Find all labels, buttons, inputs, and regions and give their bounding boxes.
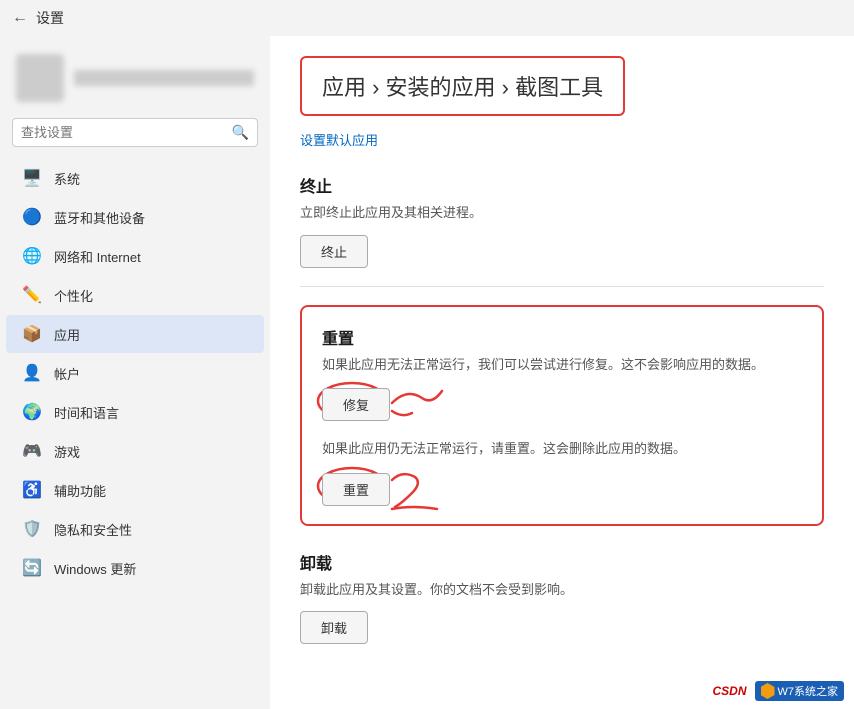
repair-annotation-scribble [387,383,447,423]
search-input[interactable] [21,125,226,140]
bottom-logos: CSDN W7系统之家 [712,681,844,701]
nav-item-network[interactable]: 🌐 网络和 Internet [6,237,264,275]
nav-item-gaming[interactable]: 🎮 游戏 [6,432,264,470]
update-icon: 🔄 [22,558,42,578]
system-icon: 🖥️ [22,168,42,188]
apps-icon: 📦 [22,324,42,344]
breadcrumb: 应用 › 安装的应用 › 截图工具 [322,75,603,100]
uninstall-section: 卸载 卸载此应用及其设置。你的文档不会受到影响。 卸载 [300,550,824,645]
terminate-section: 终止 立即终止此应用及其相关进程。 终止 [300,173,824,268]
reset-button[interactable]: 重置 [322,473,390,506]
nav-label-accounts: 帐户 [54,364,80,383]
accessibility-icon: ♿ [22,480,42,500]
accounts-icon: 👤 [22,363,42,383]
user-profile[interactable] [0,46,270,118]
nav-label-accessibility: 辅助功能 [54,481,106,500]
nav-item-system[interactable]: 🖥️ 系统 [6,159,264,197]
bluetooth-icon: 🔵 [22,207,42,227]
user-name-blur [74,70,254,86]
nav-item-apps[interactable]: 📦 应用 [6,315,264,353]
reset-desc: 如果此应用仍无法正常运行，请重置。这会删除此应用的数据。 [322,439,802,459]
terminate-button[interactable]: 终止 [300,235,368,268]
nav-label-network: 网络和 Internet [54,247,141,266]
uninstall-button[interactable]: 卸载 [300,611,368,644]
nav-item-personalization[interactable]: ✏️ 个性化 [6,276,264,314]
time-icon: 🌍 [22,402,42,422]
nav-label-gaming: 游戏 [54,442,80,461]
csdn-logo: CSDN [712,684,746,698]
reset-title: 重置 [322,325,802,349]
nav-item-bluetooth[interactable]: 🔵 蓝牙和其他设备 [6,198,264,236]
nav-item-time[interactable]: 🌍 时间和语言 [6,393,264,431]
nav-label-time: 时间和语言 [54,403,119,422]
personalization-icon: ✏️ [22,285,42,305]
avatar [16,54,64,102]
nav-item-privacy[interactable]: 🛡️ 隐私和安全性 [6,510,264,548]
divider-1 [300,286,824,287]
nav-label-apps: 应用 [54,325,80,344]
search-icon: 🔍 [232,124,249,141]
terminate-desc: 立即终止此应用及其相关进程。 [300,203,824,223]
search-box[interactable]: 🔍 [12,118,258,147]
gaming-icon: 🎮 [22,441,42,461]
reset-section: 重置 如果此应用无法正常运行，我们可以尝试进行修复。这不会影响应用的数据。 修复… [300,305,824,526]
settings-title: 设置 [36,8,64,28]
w7-text: W7系统之家 [778,683,839,699]
nav-item-accounts[interactable]: 👤 帐户 [6,354,264,392]
content-area: 应用 › 安装的应用 › 截图工具 设置默认应用 终止 立即终止此应用及其相关进… [270,36,854,709]
repair-desc: 如果此应用无法正常运行，我们可以尝试进行修复。这不会影响应用的数据。 [322,355,802,375]
nav-label-system: 系统 [54,169,80,188]
top-bar: ← 设置 [0,0,854,36]
uninstall-desc: 卸载此应用及其设置。你的文档不会受到影响。 [300,580,824,600]
shield-icon [761,683,775,699]
terminate-title: 终止 [300,173,824,197]
nav-item-update[interactable]: 🔄 Windows 更新 [6,549,264,587]
main-layout: 🔍 🖥️ 系统 🔵 蓝牙和其他设备 🌐 网络和 Internet ✏️ 个性化 … [0,36,854,709]
default-app-link[interactable]: 设置默认应用 [300,130,824,149]
network-icon: 🌐 [22,246,42,266]
uninstall-title: 卸载 [300,550,824,574]
w7-logo: W7系统之家 [755,681,845,701]
sidebar: 🔍 🖥️ 系统 🔵 蓝牙和其他设备 🌐 网络和 Internet ✏️ 个性化 … [0,36,270,709]
nav-label-personalization: 个性化 [54,286,93,305]
nav-label-privacy: 隐私和安全性 [54,520,132,539]
breadcrumb-box: 应用 › 安装的应用 › 截图工具 [300,56,625,116]
back-icon[interactable]: ← [12,9,28,27]
repair-button[interactable]: 修复 [322,388,390,421]
reset-annotation-scribble [387,465,457,515]
nav-label-update: Windows 更新 [54,559,136,578]
nav-label-bluetooth: 蓝牙和其他设备 [54,208,145,227]
nav-item-accessibility[interactable]: ♿ 辅助功能 [6,471,264,509]
privacy-icon: 🛡️ [22,519,42,539]
